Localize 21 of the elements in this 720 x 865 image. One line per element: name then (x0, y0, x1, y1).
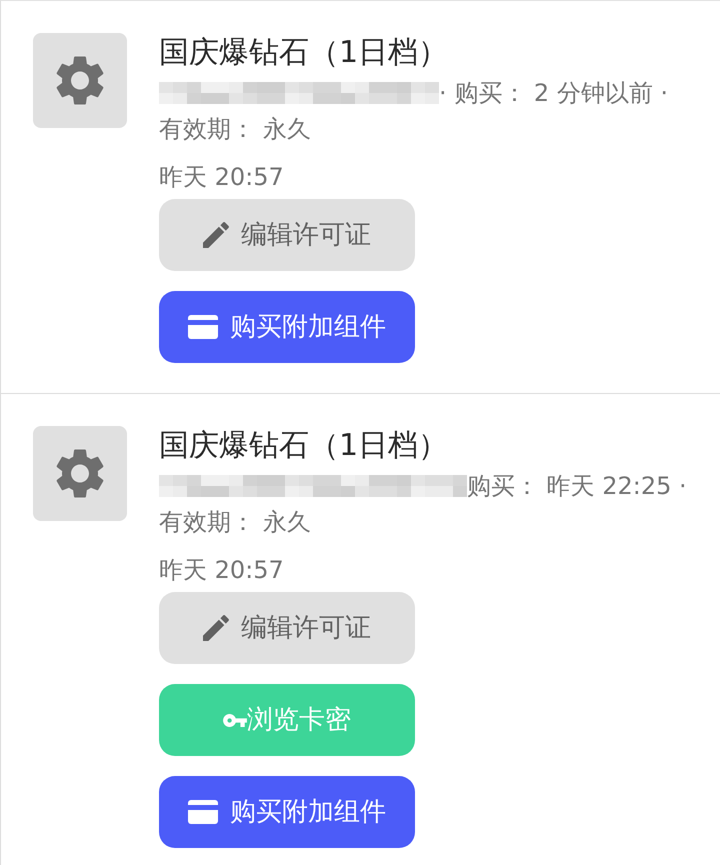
timestamp: 昨天 20:57 (159, 162, 284, 193)
validity-label: 有效期： (159, 507, 255, 538)
pencil-icon (203, 615, 229, 641)
gear-icon (33, 33, 127, 128)
credit-card-icon (188, 315, 218, 339)
key-icon (223, 714, 247, 726)
edit-license-button[interactable]: 编辑许可证 (159, 592, 415, 664)
product-title: 国庆爆钻石（1日档） (159, 34, 448, 72)
gear-icon (33, 426, 127, 521)
buy-addon-button[interactable]: 购买附加组件 (159, 291, 415, 363)
credit-card-icon (188, 800, 218, 824)
timestamp: 昨天 20:57 (159, 555, 284, 586)
product-title: 国庆爆钻石（1日档） (159, 427, 448, 465)
buy-addon-button[interactable]: 购买附加组件 (159, 776, 415, 848)
validity-value: 永久 (263, 114, 311, 145)
purchase-info: 购买： 昨天 22:25 · (467, 471, 687, 502)
validity-value: 永久 (263, 507, 311, 538)
purchase-info: · 购买： 2 分钟以前 · (439, 78, 668, 109)
validity-label: 有效期： (159, 114, 255, 145)
pencil-icon (203, 222, 229, 248)
edit-license-button[interactable]: 编辑许可证 (159, 199, 415, 271)
